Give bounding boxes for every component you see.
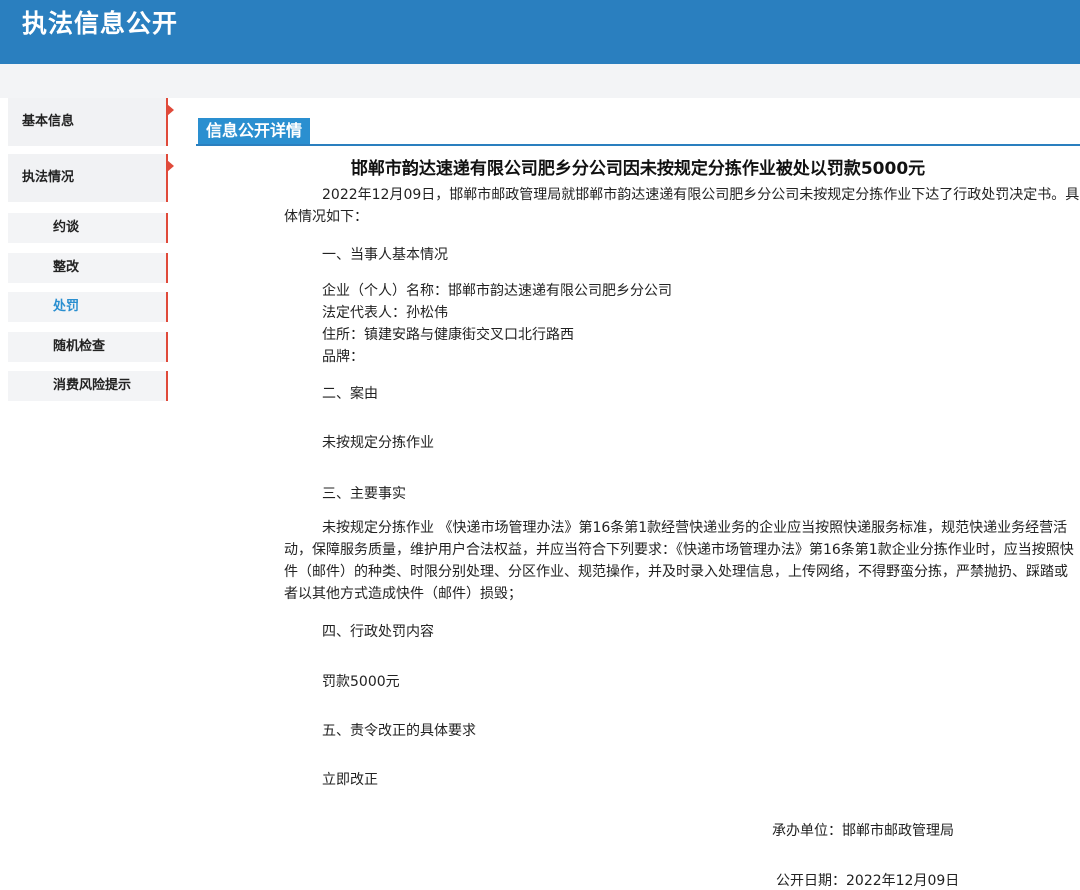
sidebar-item-basic-info[interactable]: 基本信息 [8, 98, 174, 146]
heading-facts: 三、主要事实 [322, 486, 406, 502]
sidebar-item-interview[interactable]: 约谈 [8, 213, 168, 243]
heading-correction: 五、责令改正的具体要求 [322, 723, 476, 739]
handling-unit: 承办单位：邯郸市邮政管理局 [772, 823, 954, 839]
article-intro: 2022年12月09日，邯郸市邮政管理局就邯郸市韵达速递有限公司肥乡分公司未按规… [284, 187, 1080, 225]
header-gap [0, 64, 1080, 98]
address: 住所：镇建安路与健康街交叉口北行路西 [322, 327, 574, 343]
article-title: 邯郸市韵达速递有限公司肥乡分公司因未按规定分拣作业被处以罚款5000元 [350, 159, 926, 179]
section-divider [196, 144, 1080, 146]
penalty-text: 罚款5000元 [322, 674, 400, 690]
sidebar-item-penalty[interactable]: 处罚 [8, 292, 168, 322]
sidebar-item-random-inspection[interactable]: 随机检查 [8, 332, 168, 362]
sidebar-item-enforcement[interactable]: 执法情况 [8, 154, 174, 202]
header-title: 执法信息公开 [22, 9, 179, 38]
legal-representative: 法定代表人：孙松伟 [322, 305, 448, 321]
page-header: 执法信息公开 [0, 0, 1080, 64]
cause-text: 未按规定分拣作业 [322, 435, 434, 451]
facts-text: 未按规定分拣作业 《快递市场管理办法》第16条第1款经营快递业务的企业应当按照快… [284, 520, 1074, 602]
heading-cause: 二、案由 [322, 386, 378, 402]
heading-party: 一、当事人基本情况 [322, 247, 448, 263]
party-name: 企业（个人）名称：邯郸市韵达速递有限公司肥乡分公司 [322, 283, 672, 299]
section-tab: 信息公开详情 [198, 118, 311, 144]
sidebar-item-consumer-risk[interactable]: 消费风险提示 [8, 371, 168, 401]
brand: 品牌： [322, 349, 364, 365]
correction-text: 立即改正 [322, 772, 378, 788]
sidebar: 基本信息 执法情况 约谈 整改 处罚 随机检查 消费风险提示 [0, 98, 180, 886]
heading-penalty: 四、行政处罚内容 [322, 624, 434, 640]
publish-date: 公开日期：2022年12月09日 [776, 873, 960, 889]
sidebar-item-rectification[interactable]: 整改 [8, 253, 168, 283]
